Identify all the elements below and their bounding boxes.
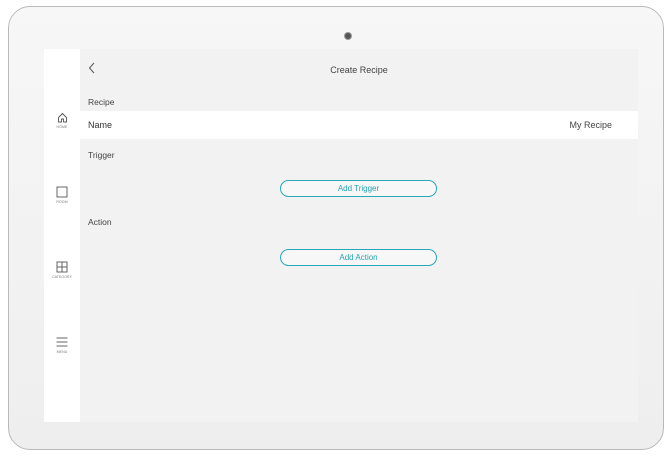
name-value: My Recipe: [569, 120, 612, 130]
home-icon: [57, 113, 67, 123]
sidebar-item-menu[interactable]: MENU: [44, 336, 80, 354]
sidebar-item-label: MENU: [56, 350, 68, 354]
category-icon: [56, 261, 68, 273]
trigger-section-label: Trigger: [88, 150, 115, 160]
top-bar: Create Recipe: [80, 49, 638, 91]
sidebar: HOME ROOM CATEGORY MENU: [44, 49, 80, 422]
recipe-section-label: Recipe: [88, 97, 115, 107]
menu-icon: [56, 337, 68, 347]
sidebar-item-home[interactable]: HOME: [44, 112, 80, 129]
sidebar-item-label: ROOM: [56, 200, 68, 204]
page-title: Create Recipe: [330, 65, 388, 75]
add-action-button[interactable]: Add Action: [280, 249, 437, 266]
main-content: Create Recipe Recipe Name My Recipe Trig…: [80, 49, 638, 422]
app-screen: HOME ROOM CATEGORY MENU Create Recipe Re…: [44, 49, 638, 422]
sidebar-item-category[interactable]: CATEGORY: [44, 261, 80, 279]
sidebar-item-label: HOME: [56, 125, 68, 129]
camera-dot: [345, 33, 351, 39]
recipe-name-row[interactable]: Name My Recipe: [80, 111, 638, 139]
name-label: Name: [88, 120, 113, 130]
sidebar-item-room[interactable]: ROOM: [44, 186, 80, 204]
sidebar-item-label: CATEGORY: [51, 275, 73, 279]
add-trigger-button[interactable]: Add Trigger: [280, 180, 437, 197]
action-section-label: Action: [88, 217, 112, 227]
room-icon: [56, 186, 68, 198]
